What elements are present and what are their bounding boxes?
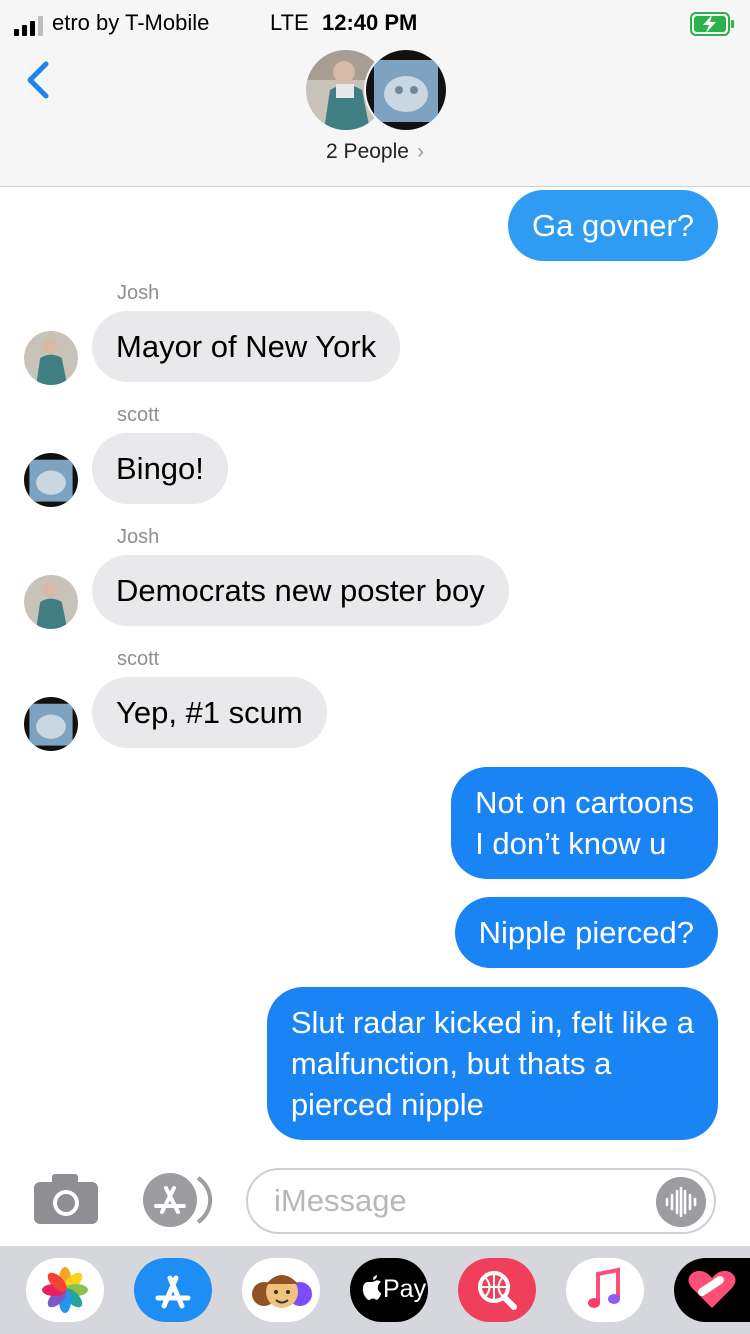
group-name[interactable]: 2 People › <box>0 140 750 164</box>
conversation-header: etro by T-Mobile LTE 12:40 PM 2 People › <box>0 0 750 187</box>
message-text: Democrats new poster boy <box>116 573 485 608</box>
message-bubble-incoming[interactable]: Yep, #1 scum <box>92 677 327 748</box>
memoji-icon[interactable] <box>242 1258 320 1322</box>
message-text: Nipple pierced? <box>478 915 694 950</box>
app-drawer: Pay <box>0 1246 750 1334</box>
heart-sticker-icon[interactable] <box>674 1258 750 1322</box>
message-text-line: Slut radar kicked in, felt like a <box>290 1005 694 1040</box>
avatar-scott[interactable] <box>24 453 78 507</box>
group-avatars[interactable] <box>304 48 448 132</box>
message-bubble-outgoing[interactable]: Ga govner? <box>508 190 718 261</box>
composer-bar <box>0 1146 750 1246</box>
chevron-right-icon: › <box>416 140 424 163</box>
carrier-name: etro by T-Mobile <box>52 10 210 35</box>
audio-message-icon[interactable] <box>656 1177 706 1227</box>
app-store-icon[interactable] <box>134 1258 212 1322</box>
message-text: Bingo! <box>116 451 204 486</box>
message-input[interactable] <box>272 1182 636 1220</box>
message-bubble-outgoing[interactable]: Nipple pierced? <box>454 897 718 968</box>
avatar-josh[interactable] <box>24 331 78 385</box>
network-type: LTE <box>270 10 309 35</box>
signal-icon <box>14 16 43 36</box>
music-icon[interactable] <box>566 1258 644 1322</box>
message-text: Mayor of New York <box>116 329 377 364</box>
message-text-line: pierced nipple <box>290 1087 484 1122</box>
web-search-icon[interactable] <box>458 1258 536 1322</box>
message-input-field[interactable] <box>246 1168 716 1234</box>
sender-name: scott <box>117 648 160 670</box>
message-bubble-incoming[interactable]: Mayor of New York <box>92 311 401 382</box>
message-text: Yep, #1 scum <box>116 695 303 730</box>
message-bubble-outgoing[interactable]: Slut radar kicked in, felt like a malfun… <box>266 987 718 1140</box>
app-store-icon[interactable] <box>140 1172 212 1228</box>
status-bar: etro by T-Mobile LTE 12:40 PM <box>0 8 750 38</box>
photos-icon[interactable] <box>26 1258 104 1322</box>
battery-charging-icon <box>690 12 734 36</box>
apple-pay-label: Pay <box>383 1275 427 1303</box>
avatar-josh[interactable] <box>24 575 78 629</box>
camera-icon[interactable] <box>34 1174 98 1224</box>
avatar-scott[interactable] <box>24 697 78 751</box>
clock: 12:40 PM <box>322 10 418 35</box>
apple-pay-icon[interactable]: Pay <box>350 1258 428 1322</box>
sender-name: Josh <box>117 526 160 548</box>
message-bubble-incoming[interactable]: Democrats new poster boy <box>92 555 509 626</box>
message-text: Ga govner? <box>532 208 694 243</box>
sender-name: scott <box>117 404 160 426</box>
sender-name: Josh <box>117 282 160 304</box>
message-text-line: I don’t know u <box>475 826 667 861</box>
message-bubble-outgoing[interactable]: Not on cartoons I don’t know u <box>451 767 718 879</box>
message-text-line: malfunction, but thats a <box>290 1046 612 1081</box>
message-bubble-incoming[interactable]: Bingo! <box>92 433 228 504</box>
back-chevron-icon[interactable] <box>20 58 60 102</box>
group-name-label: 2 People <box>326 140 409 163</box>
avatar-scott <box>364 48 448 132</box>
message-list[interactable]: Ga govner? Josh Mayor of New York scott … <box>0 186 750 1146</box>
message-text-line: Not on cartoons <box>475 785 694 820</box>
